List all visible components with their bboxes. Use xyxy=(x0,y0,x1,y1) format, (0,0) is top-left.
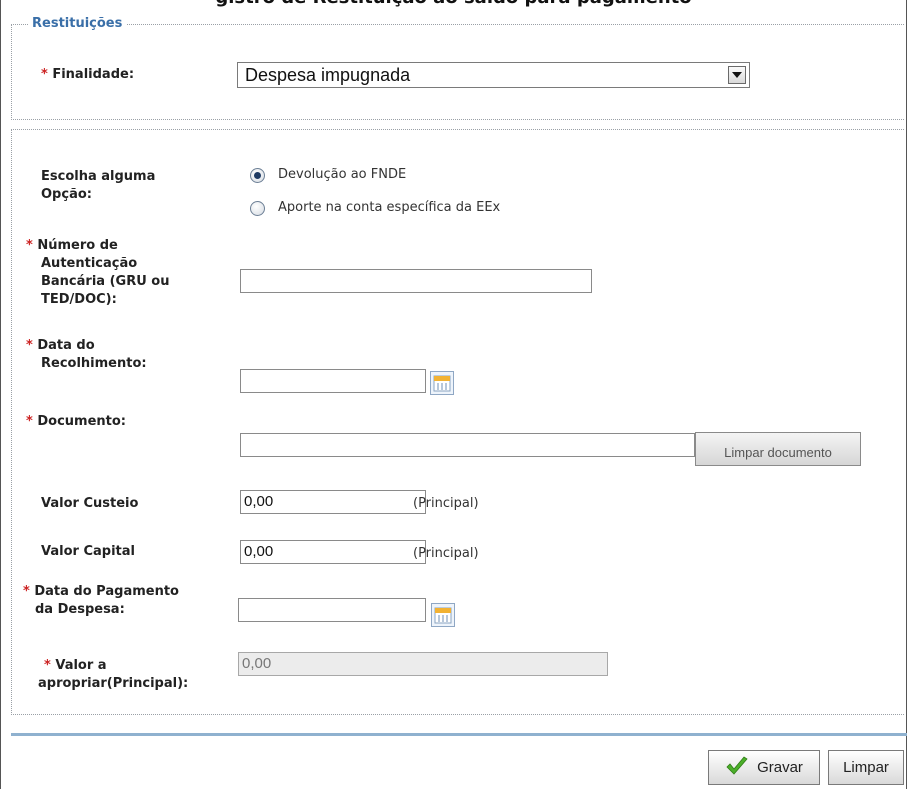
numero-autenticacao-input[interactable] xyxy=(240,269,592,293)
radio-aporte-conta[interactable] xyxy=(250,201,265,216)
required-mark: * xyxy=(26,414,33,429)
valor-custeio-label: Valor Custeio xyxy=(41,496,139,511)
data-pagamento-input[interactable] xyxy=(238,598,426,622)
limpar-documento-button[interactable]: Limpar documento xyxy=(695,432,861,466)
check-icon xyxy=(725,755,749,780)
numero-autenticacao-label: * Número de Autenticação Bancária (GRU o… xyxy=(26,238,170,307)
save-button-label: Gravar xyxy=(757,759,803,776)
documento-input[interactable] xyxy=(240,433,695,457)
valor-capital-suffix: (Principal) xyxy=(413,546,479,561)
valor-apropriar-input: 0,00 xyxy=(238,652,608,676)
data-pagamento-label: * Data do Pagamento da Despesa: xyxy=(23,584,179,617)
finalidade-label-text: Finalidade: xyxy=(52,67,135,82)
documento-label: * Documento: xyxy=(26,414,126,429)
valor-custeio-suffix: (Principal) xyxy=(413,496,479,511)
data-recolhimento-label: * Data do Recolhimento: xyxy=(26,338,147,371)
chevron-down-icon[interactable] xyxy=(728,66,746,84)
opcao-label-line2: Opção: xyxy=(41,187,92,202)
data-recolhimento-input[interactable] xyxy=(240,369,426,393)
radio-aporte-conta-label[interactable]: Aporte na conta específica da EEx xyxy=(278,200,500,215)
finalidade-selected-value: Despesa impugnada xyxy=(245,65,411,85)
opcao-label: Escolha alguma Opção: xyxy=(41,168,155,204)
radio-devolucao-fnde-label[interactable]: Devolução ao FNDE xyxy=(278,167,406,182)
page-title: gistro de Restituição ao saldo para paga… xyxy=(0,0,907,8)
required-mark: * xyxy=(26,338,33,353)
section-legend: Restituições xyxy=(29,16,128,31)
opcao-label-line1: Escolha alguma xyxy=(41,169,156,184)
required-mark: * xyxy=(41,67,48,82)
clear-button[interactable]: Limpar xyxy=(828,750,904,785)
details-panel xyxy=(11,130,904,715)
required-mark: * xyxy=(44,658,51,673)
required-mark: * xyxy=(23,584,30,599)
save-button[interactable]: Gravar xyxy=(708,750,820,785)
valor-capital-input[interactable]: 0,00 xyxy=(240,540,426,564)
finalidade-label: * Finalidade: xyxy=(41,66,134,84)
required-mark: * xyxy=(26,238,33,253)
calendar-icon[interactable] xyxy=(430,371,454,395)
valor-custeio-input[interactable]: 0,00 xyxy=(240,490,426,514)
valor-apropriar-label: * Valor a apropriar(Principal): xyxy=(38,658,189,691)
finalidade-select[interactable]: Despesa impugnada xyxy=(237,62,750,88)
calendar-icon[interactable] xyxy=(431,603,455,627)
valor-capital-label: Valor Capital xyxy=(41,544,135,559)
footer-divider xyxy=(11,733,907,736)
radio-devolucao-fnde[interactable] xyxy=(250,168,265,183)
